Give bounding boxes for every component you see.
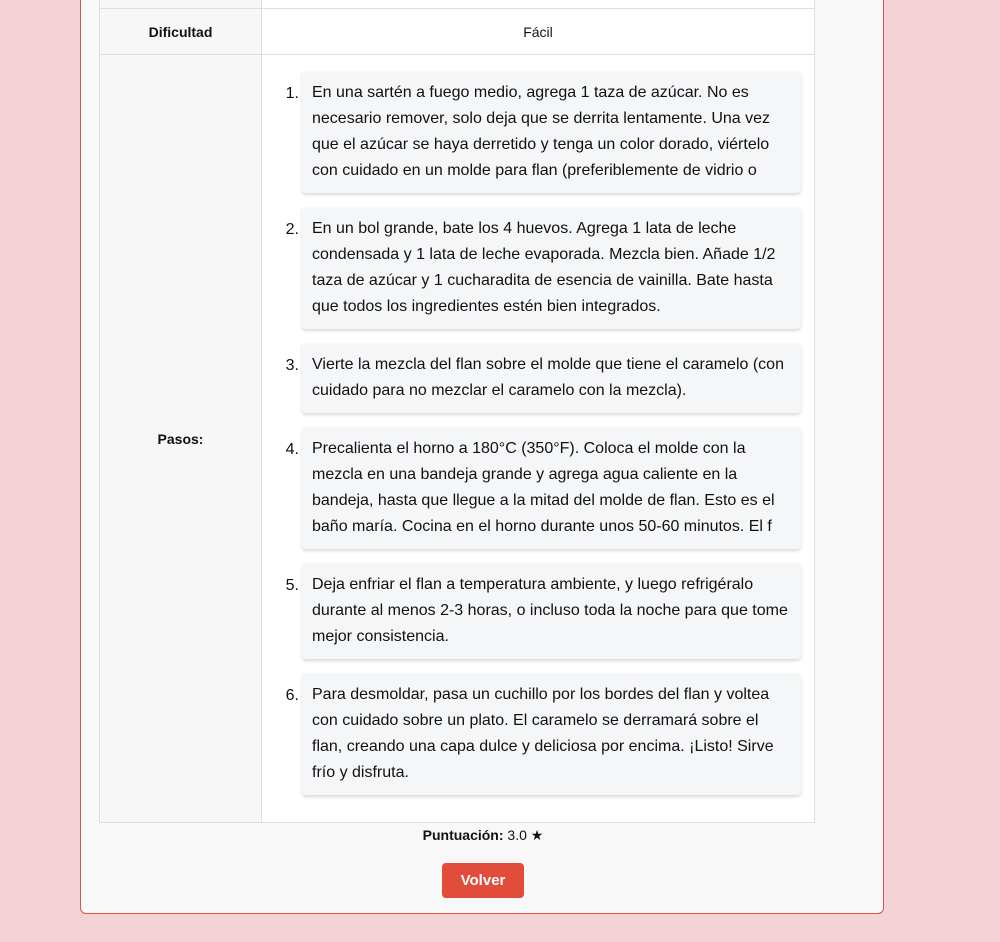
recipe-details-table: Dificultad Fácil Pasos: 1. En una sartén…: [99, 0, 815, 823]
step-number: 4.: [285, 441, 299, 458]
list-item: 1. En una sartén a fuego medio, agrega 1…: [272, 71, 801, 193]
rating: Puntuación: 3.0 ★: [81, 827, 885, 844]
difficulty-label: Dificultad: [99, 8, 262, 55]
step-text: Precalienta el horno a 180°C (350°F). Co…: [302, 427, 801, 549]
list-item: 2. En un bol grande, bate los 4 huevos. …: [272, 207, 801, 329]
step-text: En un bol grande, bate los 4 huevos. Agr…: [302, 207, 801, 329]
step-number: 5.: [285, 577, 299, 594]
star-icon: ★: [530, 827, 544, 843]
back-button[interactable]: Volver: [442, 863, 524, 898]
list-item: 5. Deja enfriar el flan a temperatura am…: [272, 563, 801, 659]
steps-list: 1. En una sartén a fuego medio, agrega 1…: [262, 55, 814, 822]
list-item: 4. Precalienta el horno a 180°C (350°F).…: [272, 427, 801, 549]
table-row-steps: Pasos: 1. En una sartén a fuego medio, a…: [99, 54, 815, 823]
rating-label: Puntuación:: [422, 827, 504, 843]
table-row-difficulty: Dificultad Fácil: [99, 8, 815, 55]
rating-value: 3.0: [507, 827, 527, 843]
recipe-card: Dificultad Fácil Pasos: 1. En una sartén…: [80, 0, 884, 914]
step-number: 6.: [285, 687, 299, 704]
step-number: 1.: [285, 85, 299, 102]
list-item: 6. Para desmoldar, pasa un cuchillo por …: [272, 673, 801, 795]
steps-label: Pasos:: [99, 54, 262, 823]
step-text: Para desmoldar, pasa un cuchillo por los…: [302, 673, 801, 795]
step-text: Deja enfriar el flan a temperatura ambie…: [302, 563, 801, 659]
step-number: 2.: [285, 221, 299, 238]
step-number: 3.: [285, 357, 299, 374]
step-text: Vierte la mezcla del flan sobre el molde…: [302, 343, 801, 413]
table-row: [99, 0, 815, 9]
difficulty-value: Fácil: [261, 8, 815, 55]
list-item: 3. Vierte la mezcla del flan sobre el mo…: [272, 343, 801, 413]
step-text: En una sartén a fuego medio, agrega 1 ta…: [302, 71, 801, 193]
